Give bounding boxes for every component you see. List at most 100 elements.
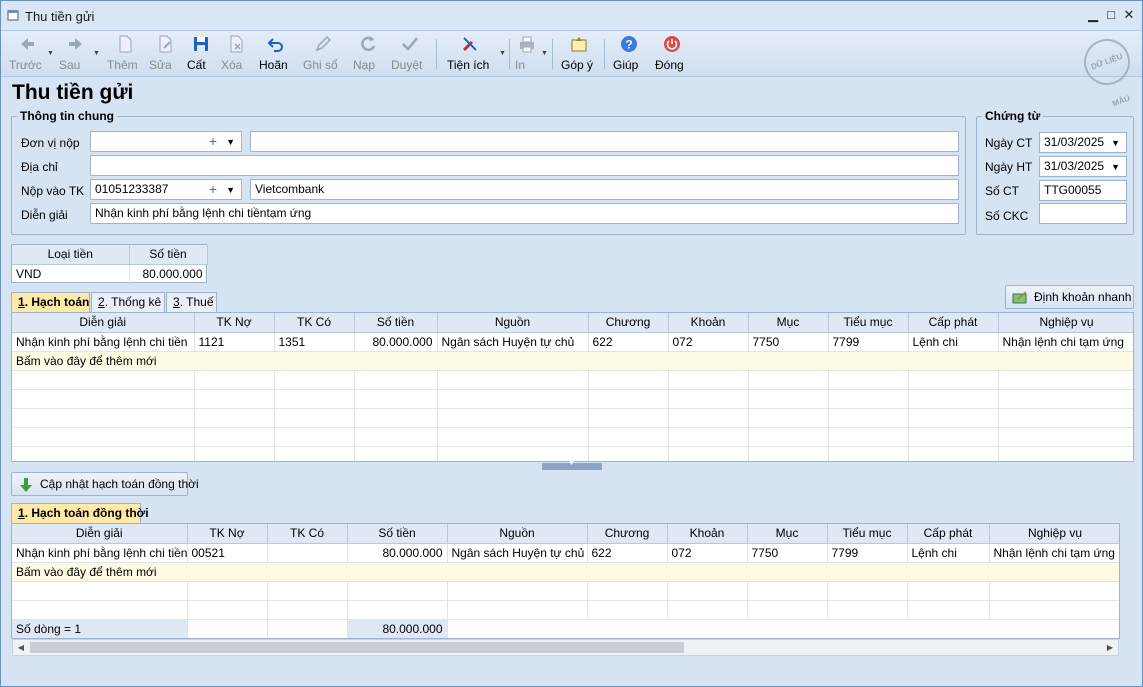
- add-new-row[interactable]: Bấm vào đây để thêm mới: [12, 351, 1133, 371]
- dropdown-arrow-icon[interactable]: ▼: [226, 133, 235, 151]
- scroll-right-icon[interactable]: ▶: [1102, 640, 1118, 655]
- dropdown-arrow-icon[interactable]: ▼: [226, 181, 235, 199]
- column-header[interactable]: Chương: [587, 524, 668, 544]
- ckc-number-input[interactable]: [1039, 203, 1127, 224]
- dropdown-arrow-icon[interactable]: ▼: [1111, 134, 1120, 152]
- grid-cell[interactable]: 80.000.000: [354, 332, 438, 352]
- grid-cell[interactable]: Nhận kinh phí bằng lệnh chi tiền: [12, 332, 195, 352]
- grid-cell[interactable]: 072: [668, 332, 749, 352]
- column-header[interactable]: Số tiền: [129, 245, 208, 265]
- grid-cell[interactable]: 622: [588, 332, 669, 352]
- grid-cell[interactable]: Lệnh chi: [907, 543, 990, 563]
- maximize-button[interactable]: □: [1103, 7, 1119, 23]
- voucher-date-picker[interactable]: 31/03/2025 ▼: [1039, 132, 1127, 153]
- save-button[interactable]: Cất: [187, 34, 215, 74]
- grid-cell[interactable]: 00521: [187, 543, 268, 563]
- table-row[interactable]: Nhận kinh phí bằng lệnh chi tiền 00521 8…: [12, 543, 1119, 563]
- column-header[interactable]: Khoản: [667, 524, 748, 544]
- empty-row[interactable]: [12, 581, 1119, 601]
- approve-button[interactable]: Duyệt: [391, 34, 429, 74]
- print-dropdown-icon[interactable]: ▼: [541, 50, 548, 57]
- grid-cell[interactable]: 7799: [828, 332, 909, 352]
- empty-row[interactable]: [12, 427, 1133, 447]
- column-header[interactable]: Nguồn: [437, 313, 589, 333]
- close-button[interactable]: Đóng: [655, 34, 689, 74]
- add-button[interactable]: Thêm: [107, 34, 143, 74]
- tab-hach-toan-dong-thoi[interactable]: 1. Hạch toán đồng thời: [11, 503, 149, 523]
- next-dropdown-icon[interactable]: ▼: [93, 50, 100, 57]
- minimize-button[interactable]: ▁: [1085, 7, 1101, 23]
- grid-cell[interactable]: 7799: [827, 543, 908, 563]
- column-header[interactable]: Loại tiền: [12, 245, 130, 265]
- empty-row[interactable]: [12, 370, 1133, 390]
- bank-name-input[interactable]: Vietcombank: [250, 179, 959, 200]
- tab-hach-toan[interactable]: 1. Hạch toán: [11, 292, 90, 312]
- column-header[interactable]: Nghiệp vụ: [989, 524, 1119, 544]
- currency-cell[interactable]: VND: [12, 264, 130, 284]
- close-window-button[interactable]: ✕: [1121, 7, 1137, 23]
- splitter-handle[interactable]: ▼: [542, 460, 602, 470]
- column-header[interactable]: Khoản: [668, 313, 749, 333]
- empty-row[interactable]: [12, 389, 1133, 409]
- column-header[interactable]: TK Nợ: [187, 524, 268, 544]
- back-dropdown-icon[interactable]: ▼: [47, 50, 54, 57]
- help-button[interactable]: ? Giúp: [613, 34, 645, 74]
- grid-cell[interactable]: Ngân sách Huyện tự chủ: [447, 543, 588, 563]
- back-button[interactable]: Trước: [9, 34, 45, 74]
- feedback-button[interactable]: Góp ý: [561, 34, 597, 74]
- undo-button[interactable]: Hoãn: [259, 34, 293, 74]
- add-icon[interactable]: +: [209, 132, 217, 151]
- grid-cell[interactable]: 072: [667, 543, 748, 563]
- grid-cell[interactable]: 7750: [747, 543, 828, 563]
- posting-date-picker[interactable]: 31/03/2025 ▼: [1039, 156, 1127, 177]
- column-header[interactable]: Chương: [588, 313, 669, 333]
- column-header[interactable]: Diễn giải: [12, 524, 188, 544]
- account-combobox[interactable]: 01051233387 + ▼: [90, 179, 242, 200]
- table-row[interactable]: Nhận kinh phí bằng lệnh chi tiền 1121 13…: [12, 332, 1133, 352]
- post-button[interactable]: Ghi sổ: [303, 34, 343, 74]
- address-input[interactable]: [90, 155, 959, 176]
- utilities-button[interactable]: Tiện ích: [447, 34, 493, 74]
- grid-cell[interactable]: 622: [587, 543, 668, 563]
- column-header[interactable]: Cấp phát: [907, 524, 990, 544]
- horizontal-scrollbar[interactable]: ◀ ▶: [12, 639, 1119, 656]
- grid-cell[interactable]: 80.000.000: [347, 543, 448, 563]
- grid-cell[interactable]: 7750: [748, 332, 829, 352]
- tab-thong-ke[interactable]: 2. Thống kê: [91, 292, 165, 312]
- dropdown-arrow-icon[interactable]: ▼: [1111, 158, 1120, 176]
- column-header[interactable]: Nghiệp vụ: [998, 313, 1133, 333]
- column-header[interactable]: TK Nợ: [194, 313, 275, 333]
- next-button[interactable]: Sau: [59, 34, 93, 74]
- add-icon[interactable]: +: [209, 180, 217, 199]
- grid-cell[interactable]: Nhận lệnh chi tạm ứng: [989, 543, 1119, 563]
- empty-row[interactable]: [12, 408, 1133, 428]
- add-new-row[interactable]: Bấm vào đây để thêm mới: [12, 562, 1119, 582]
- scrollbar-thumb[interactable]: [30, 642, 684, 653]
- column-header[interactable]: TK Có: [274, 313, 355, 333]
- grid-cell[interactable]: Lệnh chi: [908, 332, 999, 352]
- grid-cell[interactable]: 1351: [274, 332, 355, 352]
- scroll-left-icon[interactable]: ◀: [13, 640, 29, 655]
- grid-cell[interactable]: 1121: [194, 332, 275, 352]
- quick-entry-button[interactable]: Định khoản nhanh: [1005, 285, 1134, 309]
- column-header[interactable]: Tiểu mục: [828, 313, 909, 333]
- delete-button[interactable]: Xóa: [221, 34, 251, 74]
- empty-row[interactable]: [12, 600, 1119, 620]
- edit-button[interactable]: Sửa: [149, 34, 181, 74]
- column-header[interactable]: Số tiền: [347, 524, 448, 544]
- column-header[interactable]: Nguồn: [447, 524, 588, 544]
- column-header[interactable]: Diễn giải: [12, 313, 195, 333]
- column-header[interactable]: Cấp phát: [908, 313, 999, 333]
- column-header[interactable]: Số tiền: [354, 313, 438, 333]
- grid-cell[interactable]: Nhận kinh phí bằng lệnh chi tiền: [12, 543, 188, 563]
- payer-combobox[interactable]: + ▼: [90, 131, 242, 152]
- payer-name-input[interactable]: [250, 131, 959, 152]
- utilities-dropdown-icon[interactable]: ▼: [499, 50, 506, 57]
- column-header[interactable]: Tiểu mục: [827, 524, 908, 544]
- print-button[interactable]: In: [515, 34, 539, 74]
- reload-button[interactable]: Nạp: [353, 34, 383, 74]
- update-concurrent-button[interactable]: Cập nhật hạch toán đồng thời: [11, 472, 199, 496]
- tab-thue[interactable]: 3. Thuế: [166, 292, 217, 312]
- column-header[interactable]: TK Có: [267, 524, 348, 544]
- voucher-number-input[interactable]: TTG00055: [1039, 180, 1127, 201]
